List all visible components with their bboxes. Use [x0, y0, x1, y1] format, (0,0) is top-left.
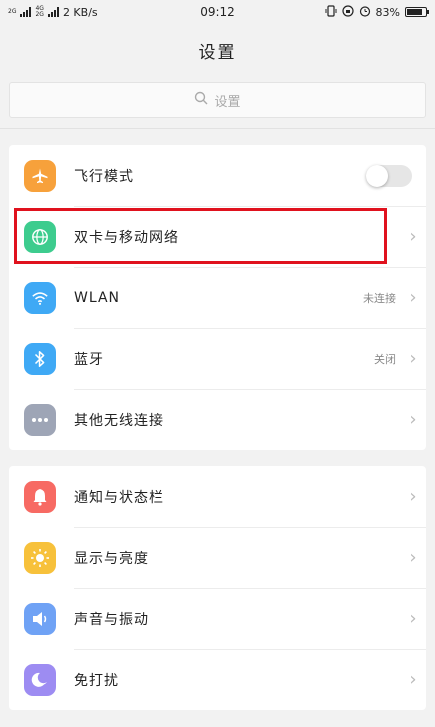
airplane-icon	[24, 159, 56, 192]
search-container: 设置	[0, 76, 435, 129]
system-group: 通知与状态栏 › 显示与亮度 › 声音与振动 › 免打扰 ›	[9, 466, 426, 710]
moon-icon	[24, 663, 56, 696]
chevron-right-icon: ›	[409, 287, 417, 308]
network-type-1: 2G	[8, 8, 17, 15]
more-icon	[24, 403, 56, 436]
settings-item-wlan[interactable]: WLAN 未连接 ›	[9, 267, 426, 328]
speaker-icon	[24, 602, 56, 635]
settings-item-other-wireless[interactable]: 其他无线连接 ›	[9, 389, 426, 450]
bell-icon	[24, 480, 56, 513]
lock-rotation-icon	[341, 4, 354, 20]
chevron-right-icon: ›	[409, 409, 417, 430]
chevron-right-icon: ›	[409, 547, 417, 568]
status-time: 09:12	[200, 5, 235, 19]
network-speed: 2 KB/s	[62, 5, 98, 19]
battery-icon	[405, 7, 429, 17]
wifi-icon	[24, 281, 56, 314]
globe-icon	[24, 220, 56, 253]
settings-item-bluetooth[interactable]: 蓝牙 关闭 ›	[9, 328, 426, 389]
search-placeholder: 设置	[214, 94, 241, 110]
sound-label: 声音与振动	[74, 611, 149, 628]
status-left: 2G 4G 2G 2 KB/s	[8, 6, 158, 19]
chevron-right-icon: ›	[409, 348, 417, 369]
wlan-label: WLAN	[74, 289, 121, 306]
chevron-right-icon: ›	[409, 608, 417, 629]
settings-item-airplane-mode[interactable]: 飞行模式	[9, 145, 426, 206]
status-right: 83%	[277, 4, 429, 20]
do-not-disturb-label: 免打扰	[74, 672, 119, 689]
network-type-2: 4G 2G	[35, 5, 44, 18]
dual-sim-label: 双卡与移动网络	[74, 229, 179, 246]
settings-item-notifications[interactable]: 通知与状态栏 ›	[9, 466, 426, 527]
vibrate-icon	[325, 4, 337, 20]
chevron-right-icon: ›	[409, 226, 417, 247]
airplane-mode-toggle[interactable]	[366, 164, 412, 187]
settings-item-dual-sim[interactable]: 双卡与移动网络 ›	[9, 206, 426, 267]
notifications-label: 通知与状态栏	[74, 489, 164, 506]
airplane-mode-label: 飞行模式	[74, 168, 134, 185]
display-label: 显示与亮度	[74, 550, 149, 567]
connectivity-group: 飞行模式 双卡与移动网络 › WLAN 未连接 › 蓝牙 关闭 › 其他无线连接…	[9, 145, 426, 450]
sun-icon	[24, 541, 56, 574]
chevron-right-icon: ›	[409, 486, 417, 507]
settings-item-display[interactable]: 显示与亮度 ›	[9, 527, 426, 588]
other-wireless-label: 其他无线连接	[74, 412, 164, 429]
bluetooth-icon	[24, 342, 56, 375]
signal-icon-2	[47, 7, 59, 17]
page-title: 设置	[198, 42, 237, 63]
search-input[interactable]: 设置	[9, 82, 426, 118]
chevron-right-icon: ›	[409, 669, 417, 690]
wlan-status: 未连接	[363, 291, 396, 305]
bluetooth-label: 蓝牙	[74, 351, 104, 368]
bluetooth-status: 关闭	[374, 352, 396, 366]
settings-item-sound[interactable]: 声音与振动 ›	[9, 588, 426, 649]
status-bar: 2G 4G 2G 2 KB/s 09:12 83%	[0, 0, 435, 24]
battery-percent: 83%	[375, 5, 400, 19]
alarm-icon	[359, 5, 371, 20]
signal-icon	[20, 7, 32, 17]
settings-item-do-not-disturb[interactable]: 免打扰 ›	[9, 649, 426, 710]
search-icon	[194, 91, 208, 109]
